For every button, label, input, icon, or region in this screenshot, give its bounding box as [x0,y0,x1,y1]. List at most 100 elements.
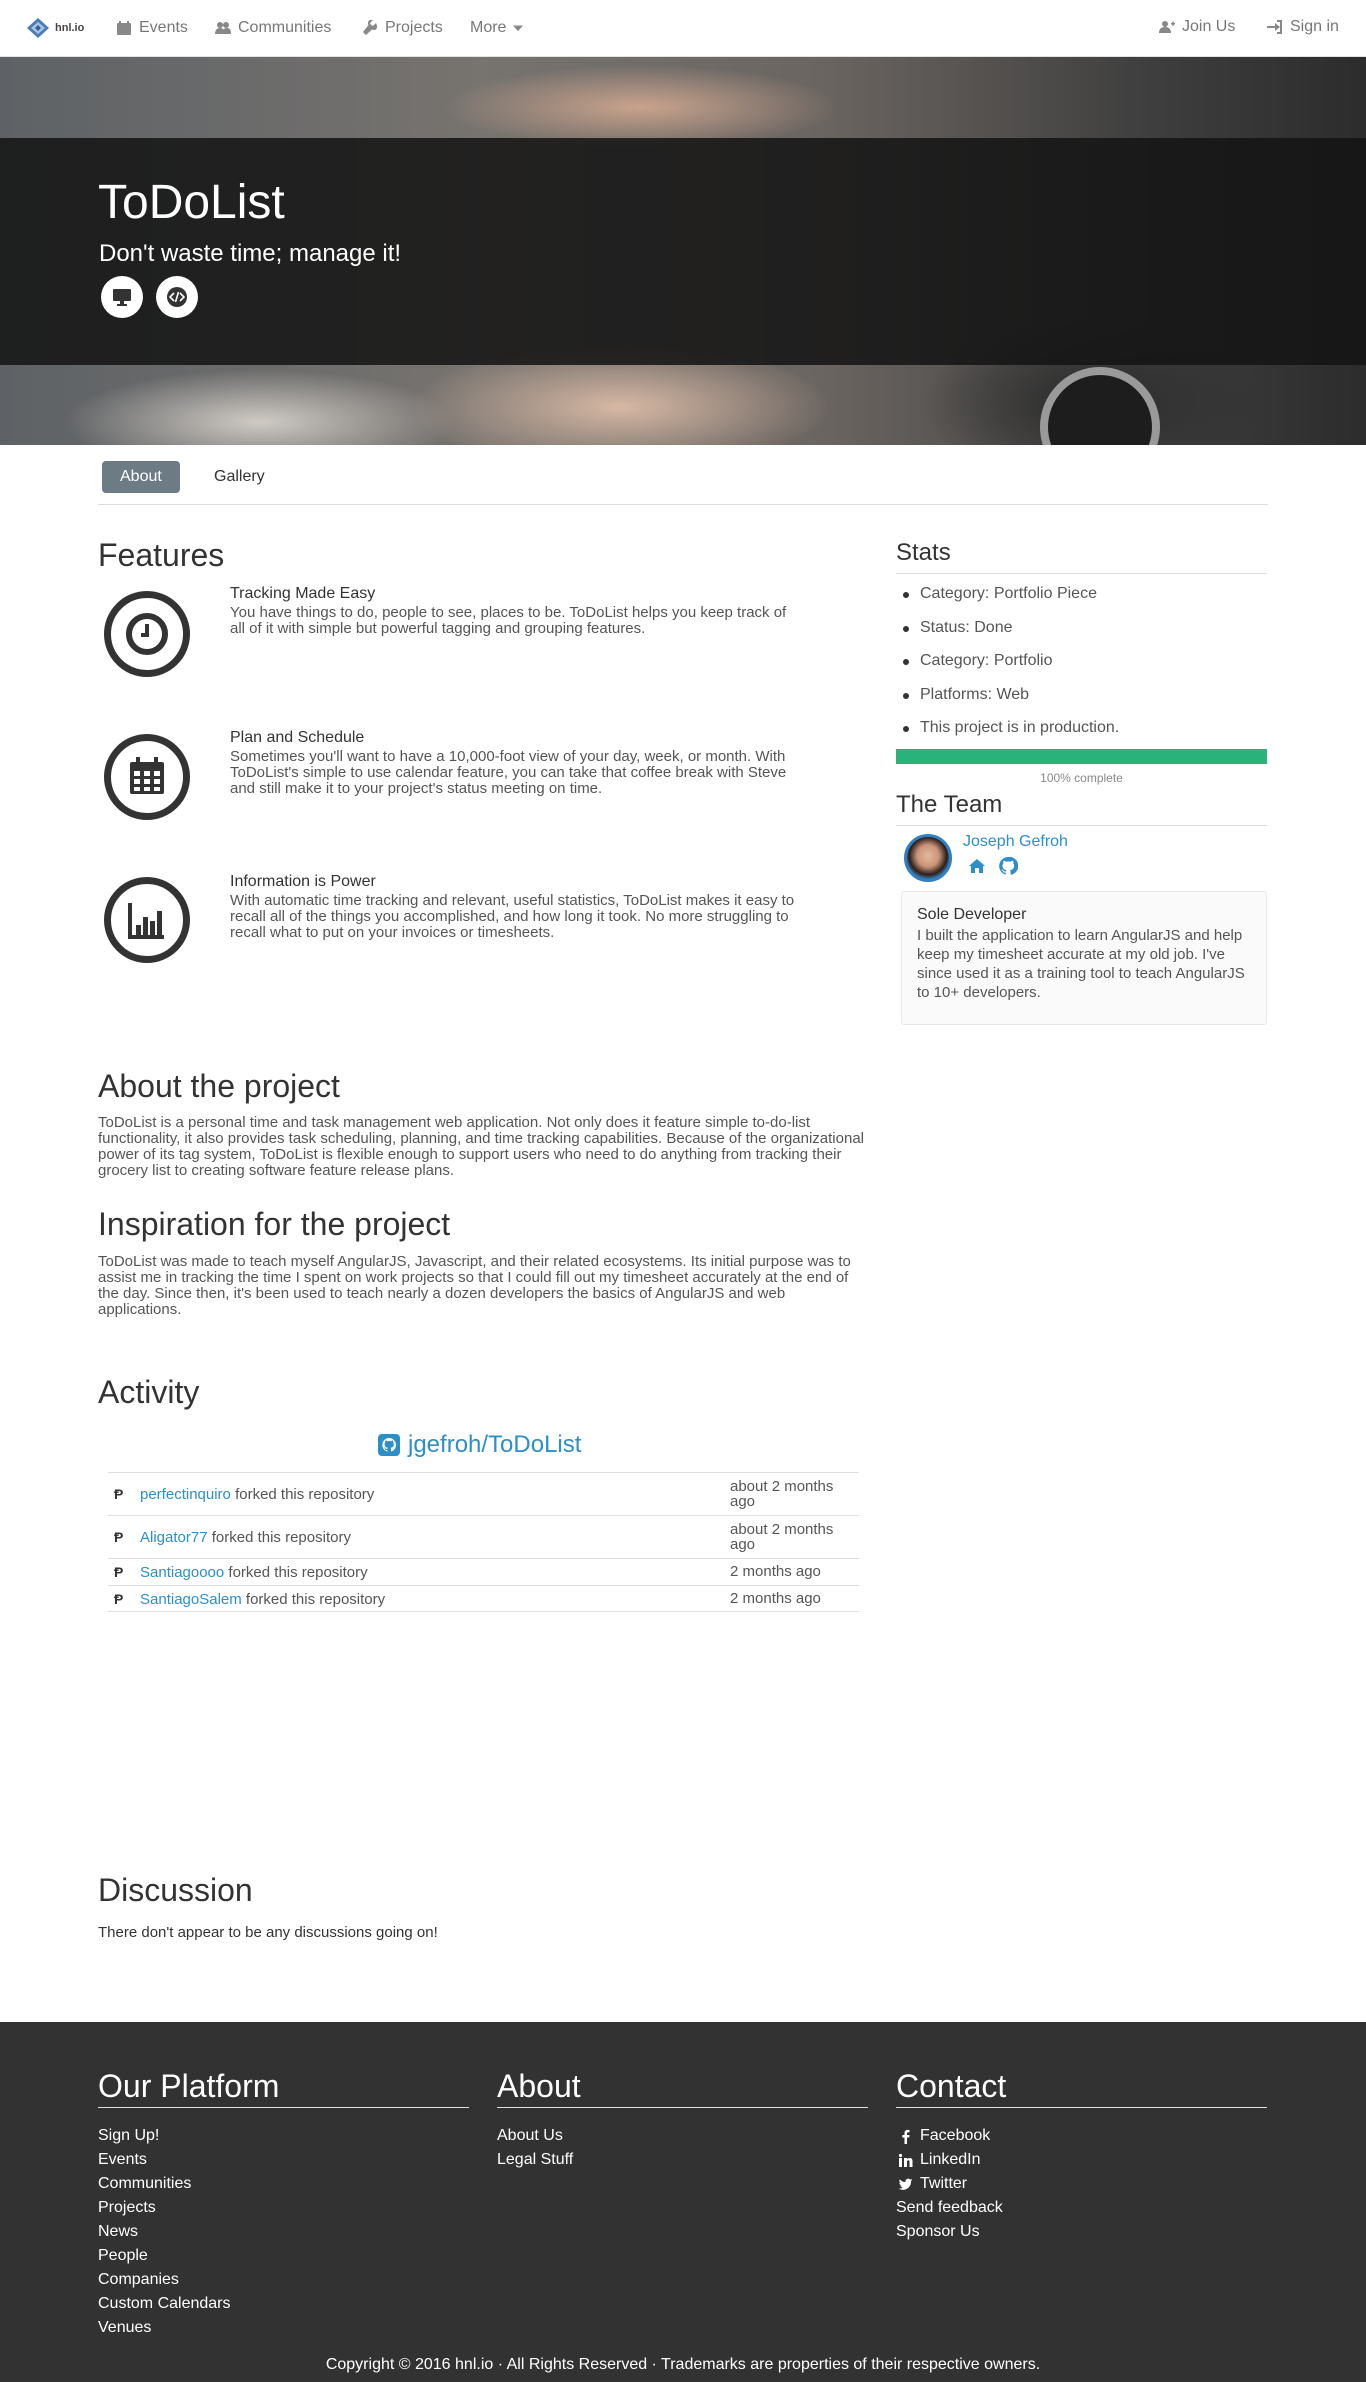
footer-link-linkedin[interactable]: LinkedIn [898,2151,981,2169]
table-row: Ᵽ Aligator77 forked this repository abou… [108,1515,859,1558]
stats-heading: Stats [896,539,1267,574]
team-heading: The Team [896,791,1267,826]
nav-communities[interactable]: Communities [215,19,331,37]
feature-icon-plan [104,734,190,820]
footer-link-communities[interactable]: Communities [98,2175,191,2193]
member-github-link[interactable] [998,856,1019,876]
table-row: Ᵽ Santiagoooo forked this repository 2 m… [108,1558,859,1585]
stat-status: Status: Done [903,619,1013,636]
twitter-label: Twitter [920,2175,968,2192]
completion-progress-bar [896,749,1267,764]
nav-events[interactable]: Events [116,19,188,37]
tab-about[interactable]: About [102,461,180,493]
footer-link-events[interactable]: Events [98,2151,147,2169]
twitter-icon [898,2178,913,2190]
project-tagline: Don't waste time; manage it! [99,240,402,267]
linkedin-label: LinkedIn [920,2151,981,2168]
footer-link-projects[interactable]: Projects [98,2199,156,2217]
fork-icon: Ᵽ [114,1564,124,1580]
activity-user-link[interactable]: perfectinquiro [140,1486,231,1503]
footer-link-news[interactable]: News [98,2223,138,2241]
footer-link-twitter[interactable]: Twitter [898,2175,967,2193]
activity-user-link[interactable]: Aligator77 [140,1529,208,1546]
feature-title-plan: Plan and Schedule [230,729,365,746]
activity-action: forked this repository [245,1591,386,1608]
activity-action: forked this repository [235,1486,375,1503]
stat-platforms: Platforms: Web [902,686,1030,703]
inspiration-heading: Inspiration for the project [98,1206,451,1242]
features-heading: Features [98,537,225,573]
activity-user-link[interactable]: Santiagoooo [140,1564,224,1581]
tab-gallery[interactable]: Gallery [196,461,283,493]
stat-production: This project is in production. [902,719,1120,736]
stat-category: Category: Portfolio Piece [903,585,1097,602]
footer-about-heading: About [497,2068,868,2108]
activity-action: forked this repository [211,1529,351,1546]
sign-in-link[interactable]: Sign in [1267,18,1339,36]
feature-title-information: Information is Power [230,873,376,890]
member-home-link[interactable] [967,856,987,876]
facebook-icon [902,2129,910,2144]
footer-platform-heading: Our Platform [98,2068,469,2108]
avatar[interactable] [904,834,952,882]
clock-icon [126,613,168,655]
brand-text: hnl.io [55,22,85,34]
hero-banner: ToDoList Don't waste time; manage it! [0,57,1366,445]
discussion-heading: Discussion [98,1872,253,1908]
table-row: Ᵽ SantiagoSalem forked this repository 2… [108,1585,859,1612]
stat-category-2: Category: Portfolio [903,652,1053,669]
footer-link-signup[interactable]: Sign Up! [98,2127,159,2145]
activity-time: 2 months ago [730,1590,821,1607]
join-us-link[interactable]: Join Us [1159,18,1235,36]
team-member-name[interactable]: Joseph Gefroh [963,833,1068,851]
activity-time: 2 months ago [730,1563,821,1580]
activity-time: about 2 months ago [730,1478,834,1510]
inspiration-text: ToDoList was made to teach myself Angula… [98,1253,851,1318]
source-code-button[interactable] [156,276,198,318]
repo-name: jgefroh/ToDoList [408,1431,582,1458]
desktop-icon [113,289,131,306]
progress-label: 100% complete [1040,771,1123,785]
activity-user-link[interactable]: SantiagoSalem [140,1591,242,1608]
footer-link-venues[interactable]: Venues [98,2319,151,2337]
nav-more-dropdown[interactable]: More [470,19,524,37]
activity-heading: Activity [98,1374,200,1410]
project-title: ToDoList [98,176,285,229]
about-text: ToDoList is a personal time and task man… [98,1114,865,1179]
footer-link-legal[interactable]: Legal Stuff [497,2151,573,2169]
live-demo-button[interactable] [101,276,143,318]
footer-link-facebook[interactable]: Facebook [898,2127,990,2145]
users-icon [215,22,231,34]
team-role-title: Sole Developer [917,906,1027,923]
bar-chart-icon [128,903,164,939]
feature-text-plan: Sometimes you'll want to have a 10,000-f… [230,748,787,797]
footer-link-people[interactable]: People [98,2247,148,2265]
hnl-logo-icon [27,18,49,38]
footer-link-companies[interactable]: Companies [98,2271,179,2289]
activity-row-text: SantiagoSalem forked this repository [140,1591,385,1608]
brand-link[interactable]: hnl.io [26,17,84,39]
progress-fill [896,749,1267,764]
discussion-empty-text: There don't appear to be any discussions… [98,1924,438,1941]
feature-icon-tracking [104,591,190,677]
footer-link-custom-calendars[interactable]: Custom Calendars [98,2295,231,2313]
nav-more-label: More [470,19,507,36]
footer-link-about-us[interactable]: About Us [497,2127,563,2145]
feature-text-information: With automatic time tracking and relevan… [230,892,795,941]
team-role-text: I built the application to learn Angular… [917,927,1245,1001]
table-row: Ᵽ perfectinquiro forked this repository … [108,1472,859,1515]
repo-link[interactable]: jgefroh/ToDoList [378,1431,581,1459]
sign-in-label: Sign in [1290,18,1339,35]
sign-in-icon [1267,20,1282,34]
activity-row-text: Santiagoooo forked this repository [140,1564,368,1581]
facebook-label: Facebook [920,2127,991,2144]
calendar-icon [117,21,131,35]
fork-icon: Ᵽ [114,1486,124,1502]
footer-link-feedback[interactable]: Send feedback [896,2199,1003,2217]
nav-projects[interactable]: Projects [362,19,443,37]
footer-contact-heading: Contact [896,2068,1267,2108]
footer-link-sponsor[interactable]: Sponsor Us [896,2223,980,2241]
fork-icon: Ᵽ [114,1529,124,1545]
project-tabs: About Gallery [98,445,1268,505]
copyright-text: Copyright © 2016 hnl.io · All Rights Res… [325,2356,1041,2373]
